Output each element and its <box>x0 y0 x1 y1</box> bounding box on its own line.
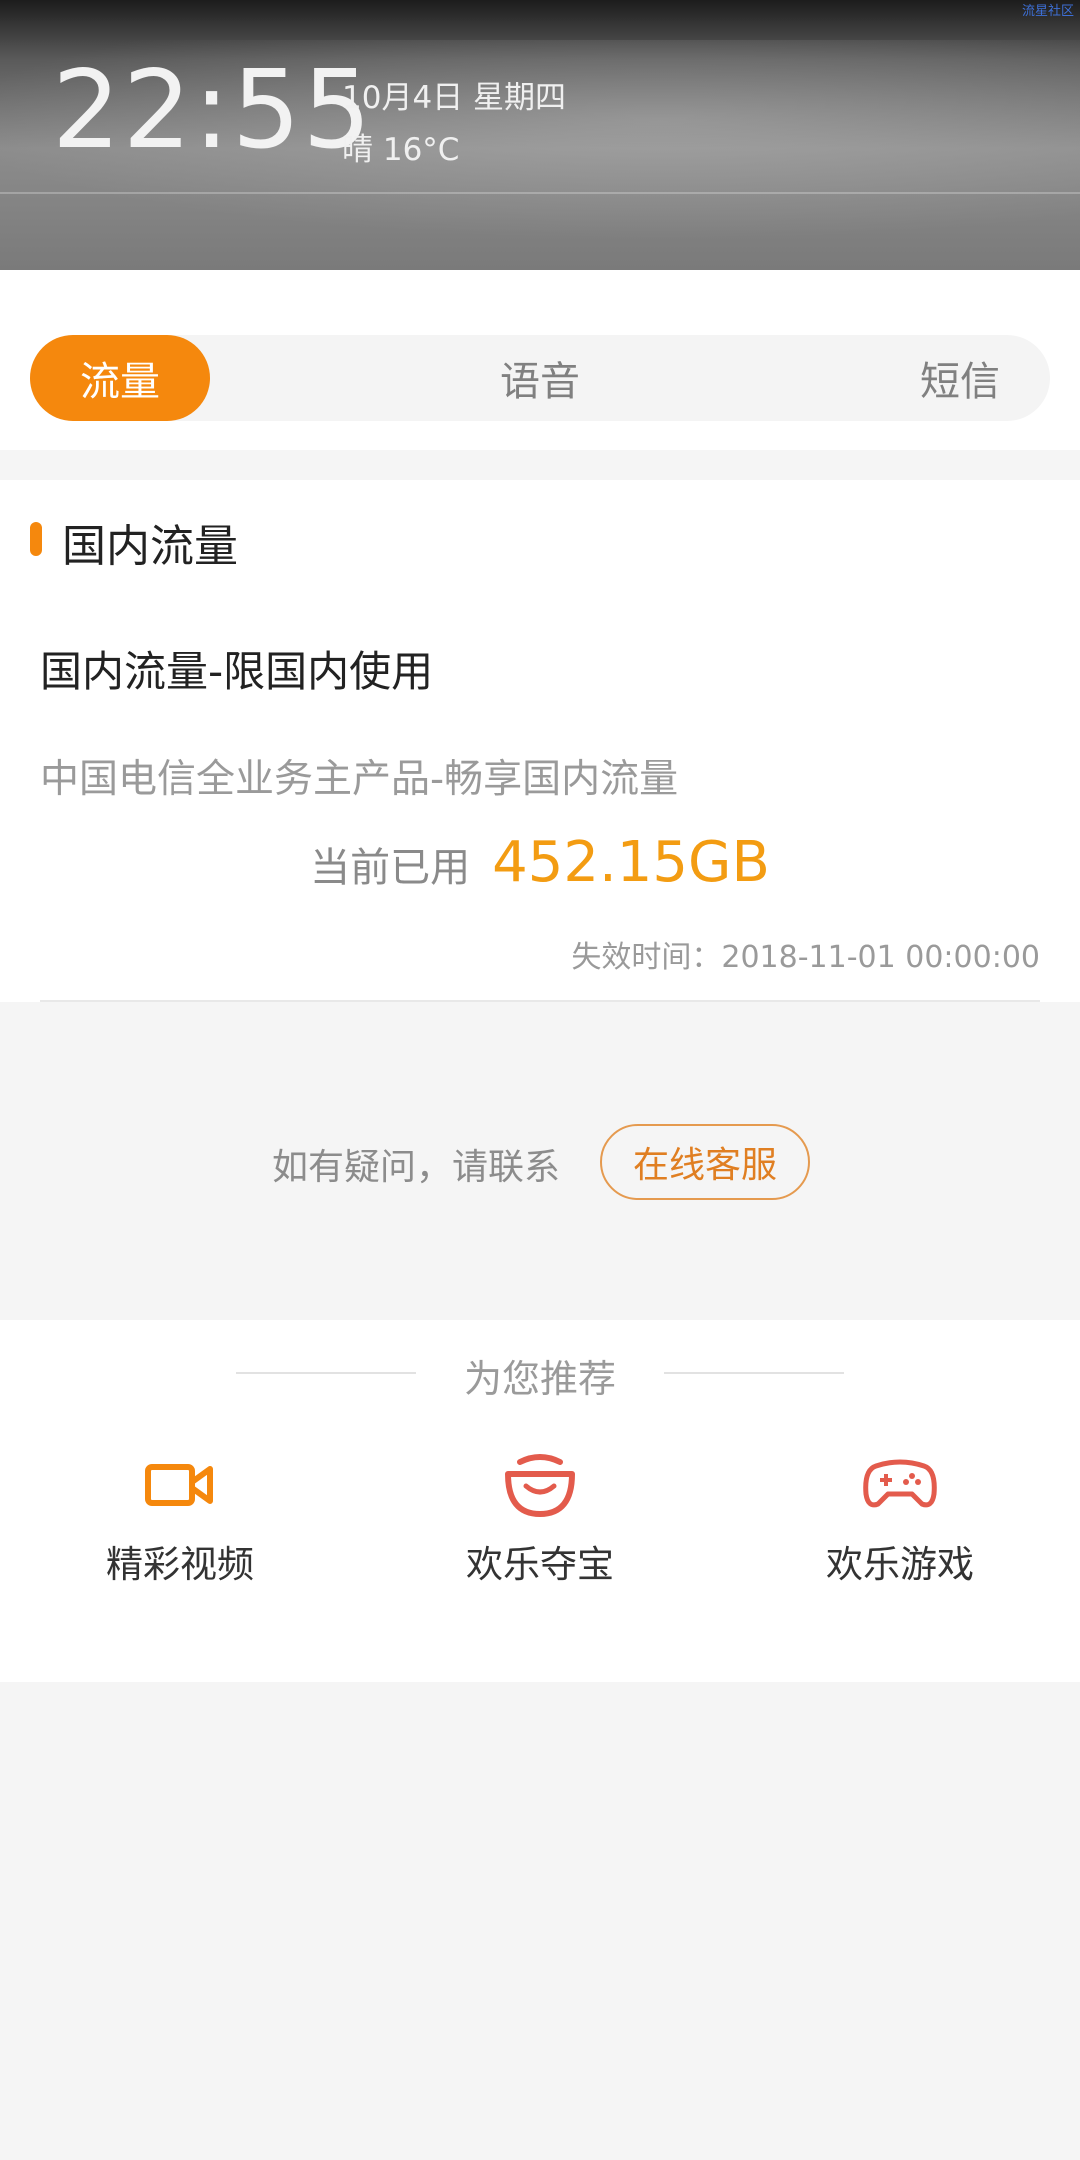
recommend-item-game[interactable]: 欢乐游戏 <box>750 1450 1050 1610</box>
recommend-section: 为您推荐 精彩视频 欢乐夺宝 欢乐游戏 <box>0 1320 1080 1682</box>
treasure-bowl-icon <box>505 1454 575 1517</box>
contact-text: 如有疑问，请联系 <box>272 1147 561 1188</box>
weather-label: 晴 16°C <box>342 132 460 168</box>
package-name: 国内流量-限国内使用 <box>40 647 434 696</box>
contact-section: 如有疑问，请联系 在线客服 <box>0 1002 1080 1320</box>
tab-data[interactable]: 流量 <box>30 335 210 421</box>
header-divider <box>0 192 1080 194</box>
recommend-label: 欢乐游戏 <box>826 1543 974 1586</box>
usage-value: 452.15GB <box>492 830 770 895</box>
date-label: 10月4日 星期四 <box>342 80 567 116</box>
online-service-button[interactable]: 在线客服 <box>600 1124 810 1200</box>
gamepad-icon <box>863 1459 937 1508</box>
domestic-data-card: 国内流量 国内流量-限国内使用 中国电信全业务主产品-畅享国内流量 当前已用 4… <box>0 480 1080 1002</box>
clock-time: 22:55 <box>52 48 374 173</box>
usage-label: 当前已用 <box>310 845 471 891</box>
bottom-blank-area <box>0 1682 1080 2160</box>
video-camera-icon <box>145 1464 213 1506</box>
status-header: 流星社区 22:55 10月4日 星期四 晴 16°C <box>0 0 1080 270</box>
usage-row: 当前已用 452.15GB <box>0 830 1080 900</box>
section-title: 国内流量 <box>62 521 238 572</box>
package-description: 中国电信全业务主产品-畅享国内流量 <box>40 757 679 802</box>
tab-sms[interactable]: 短信 <box>870 335 1050 421</box>
recommend-item-video[interactable]: 精彩视频 <box>30 1450 330 1610</box>
recommend-title: 为您推荐 <box>463 1357 616 1401</box>
tabs-section: 流量 语音 短信 <box>0 270 1080 450</box>
recommend-item-treasure[interactable]: 欢乐夺宝 <box>390 1450 690 1610</box>
section-accent-bar <box>30 522 42 556</box>
expire-time: 失效时间：2018-11-01 00:00:00 <box>571 940 1040 975</box>
recommend-label: 精彩视频 <box>106 1543 254 1586</box>
watermark: 流星社区 <box>1021 4 1074 19</box>
recommend-label: 欢乐夺宝 <box>466 1543 614 1586</box>
tab-voice[interactable]: 语音 <box>450 335 630 421</box>
recommend-divider-right <box>664 1372 844 1374</box>
segmented-control: 流量 语音 短信 <box>30 335 1050 421</box>
